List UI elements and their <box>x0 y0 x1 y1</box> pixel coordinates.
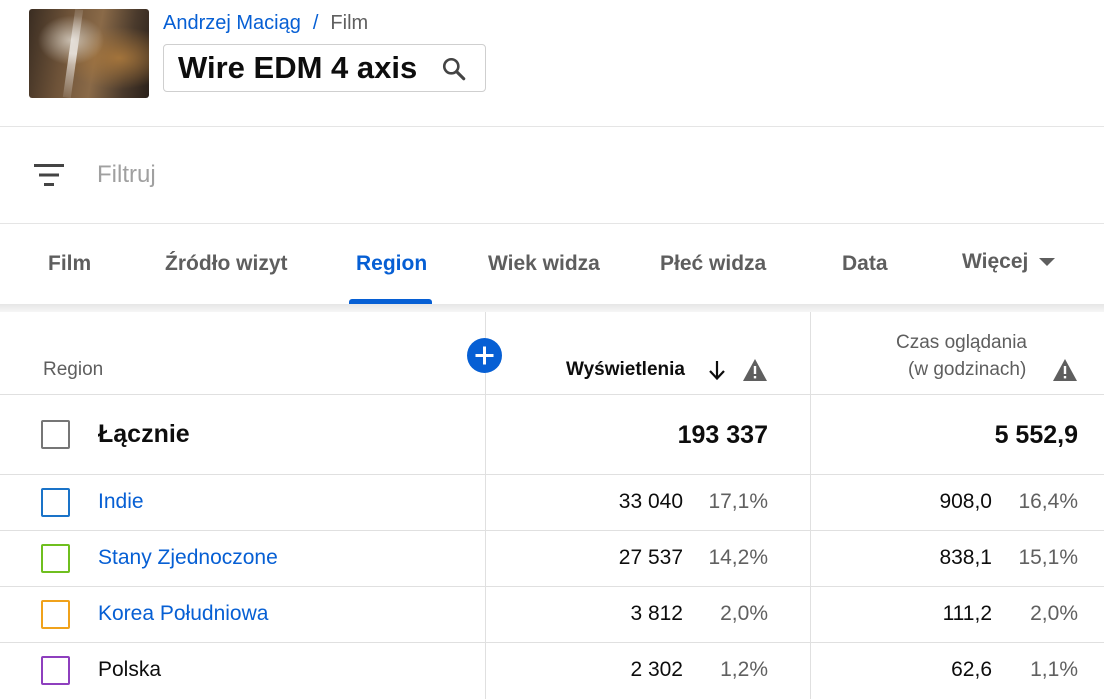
views-value: 3 812 <box>630 602 683 625</box>
watch-time-value: 908,0 <box>939 490 992 513</box>
tab-region[interactable]: Region <box>356 252 427 276</box>
total-watch-time: 5 552,9 <box>994 421 1078 449</box>
tab-date[interactable]: Data <box>842 252 888 276</box>
breadcrumb: Andrzej Maciąg / Film <box>163 11 368 35</box>
views-percent: 17,1% <box>708 490 768 513</box>
filter-input[interactable]: Filtruj <box>97 161 156 189</box>
search-icon[interactable] <box>441 56 467 82</box>
row-divider <box>0 586 1104 587</box>
region-link[interactable]: Stany Zjednoczone <box>98 546 278 570</box>
row-checkbox[interactable] <box>41 544 70 573</box>
row-checkbox[interactable] <box>41 600 70 629</box>
breadcrumb-channel-link[interactable]: Andrzej Maciąg <box>163 12 301 34</box>
tab-film[interactable]: Film <box>48 252 91 276</box>
page-title: Wire EDM 4 axis <box>178 50 418 85</box>
views-percent: 2,0% <box>720 602 768 625</box>
total-views: 193 337 <box>677 421 768 449</box>
caret-down-icon <box>1039 258 1056 266</box>
filter-divider <box>0 223 1104 224</box>
tab-viewer-gender[interactable]: Płeć widza <box>660 252 766 276</box>
watch-time-value: 838,1 <box>939 546 992 569</box>
breadcrumb-current: Film <box>330 12 369 34</box>
add-column-button[interactable] <box>467 338 502 373</box>
region-link[interactable]: Korea Południowa <box>98 602 268 626</box>
thumbnail-highlight <box>62 9 84 98</box>
watch-time-percent: 16,4% <box>1018 490 1078 513</box>
sort-arrow-down-icon[interactable] <box>706 358 728 382</box>
total-checkbox[interactable] <box>41 420 70 449</box>
header-divider <box>0 126 1104 127</box>
row-divider <box>0 642 1104 643</box>
warning-icon[interactable] <box>1052 358 1078 382</box>
region-link[interactable]: Indie <box>98 490 144 514</box>
views-value: 33 040 <box>618 490 683 513</box>
watch-time-percent: 2,0% <box>1030 602 1078 625</box>
region-label: Polska <box>98 658 162 681</box>
filter-icon[interactable] <box>34 162 64 188</box>
watch-time-percent: 15,1% <box>1018 546 1078 569</box>
tabs-shadow <box>0 304 1104 312</box>
warning-icon[interactable] <box>742 358 768 382</box>
header-row-divider <box>0 394 1104 395</box>
watch-time-percent: 1,1% <box>1030 658 1078 681</box>
video-selector[interactable]: Wire EDM 4 axis <box>163 44 486 92</box>
tab-more-label: Więcej <box>962 250 1029 273</box>
views-percent: 1,2% <box>720 658 768 681</box>
plus-icon <box>475 346 494 365</box>
column-header-watch-time-unit: (w godzinach) <box>908 359 1027 380</box>
column-header-watch-time[interactable]: Czas oglądania <box>896 332 1027 354</box>
views-percent: 14,2% <box>708 546 768 569</box>
watch-time-value: 62,6 <box>951 658 992 681</box>
breadcrumb-separator: / <box>312 12 319 34</box>
column-header-views[interactable]: Wyświetlenia <box>566 359 685 381</box>
views-value: 2 302 <box>630 658 683 681</box>
row-checkbox[interactable] <box>41 656 70 685</box>
watch-time-value: 111,2 <box>942 602 992 625</box>
tab-more[interactable]: Więcej <box>962 250 1056 274</box>
tab-viewer-age[interactable]: Wiek widza <box>488 252 600 276</box>
row-checkbox[interactable] <box>41 488 70 517</box>
tab-traffic-source[interactable]: Źródło wizyt <box>165 252 288 276</box>
total-row-divider <box>0 474 1104 475</box>
views-value: 27 537 <box>618 546 683 569</box>
row-divider <box>0 530 1104 531</box>
total-label: Łącznie <box>98 420 190 448</box>
video-thumbnail[interactable] <box>29 9 149 98</box>
column-header-region[interactable]: Region <box>43 359 103 381</box>
column-divider-watch-time <box>810 312 811 699</box>
